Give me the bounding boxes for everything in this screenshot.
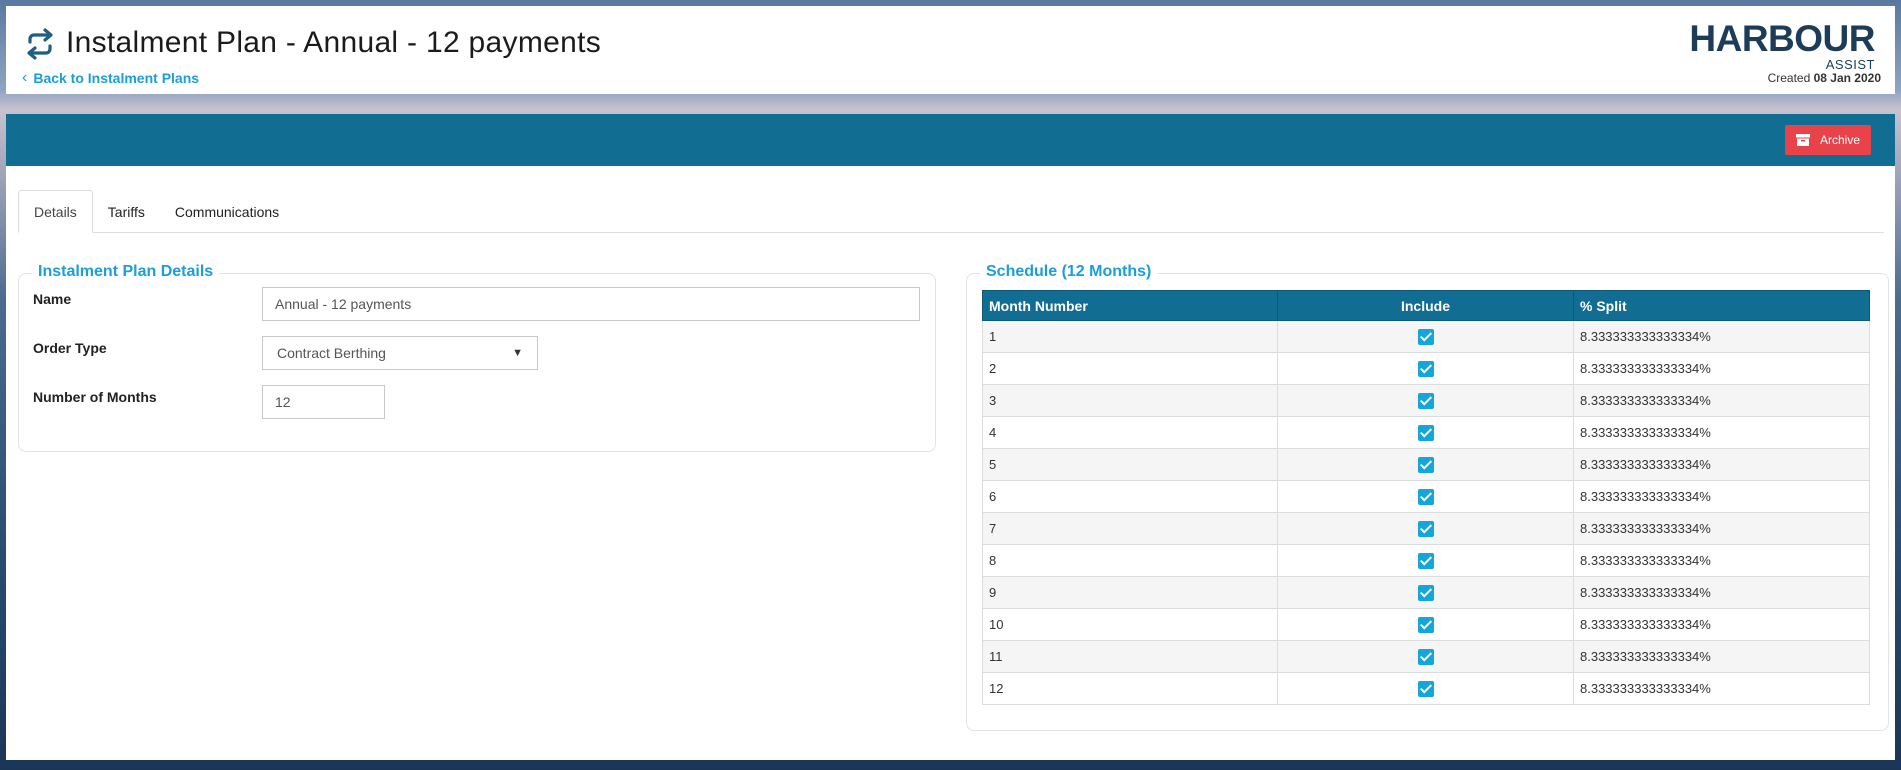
include-cell	[1277, 576, 1574, 609]
include-checkbox[interactable]	[1417, 328, 1434, 345]
tab-communications[interactable]: Communications	[160, 190, 294, 233]
include-cell	[1277, 544, 1574, 577]
page-header: Instalment Plan - Annual - 12 payments ‹…	[6, 6, 1895, 94]
column-header-month-number: Month Number	[982, 290, 1278, 321]
table-row: 4 8.333333333333334%	[982, 416, 1870, 449]
include-cell	[1277, 672, 1574, 705]
table-row: 7 8.333333333333334%	[982, 512, 1870, 545]
include-checkbox[interactable]	[1417, 520, 1434, 537]
chevron-left-icon: ‹	[22, 69, 28, 86]
repeat-icon	[27, 28, 53, 60]
table-row: 2 8.333333333333334%	[982, 352, 1870, 385]
order-type-select[interactable]: Contract Berthing ▼	[262, 336, 538, 370]
number-of-months-label: Number of Months	[33, 389, 157, 405]
schedule-legend: Schedule (12 Months)	[980, 263, 1158, 281]
details-legend: Instalment Plan Details	[32, 263, 220, 281]
table-row: 11 8.333333333333334%	[982, 640, 1870, 673]
main-content: Details Tariffs Communications Instalmen…	[6, 166, 1895, 760]
split-cell: 8.333333333333334%	[1573, 416, 1870, 449]
month-number-cell: 12	[982, 672, 1278, 705]
schedule-panel: Schedule (12 Months) Month Number Includ…	[966, 263, 1889, 731]
month-number-cell: 8	[982, 544, 1278, 577]
chevron-down-icon: ▼	[512, 347, 523, 359]
number-of-months-input[interactable]	[262, 385, 385, 419]
split-cell: 8.333333333333334%	[1573, 320, 1870, 353]
include-cell	[1277, 352, 1574, 385]
table-row: 6 8.333333333333334%	[982, 480, 1870, 513]
split-cell: 8.333333333333334%	[1573, 640, 1870, 673]
schedule-table: Month Number Include % Split 1 8.3333333…	[982, 290, 1870, 705]
name-label: Name	[33, 291, 72, 307]
created-label: Created	[1767, 71, 1811, 85]
archive-icon	[1795, 134, 1810, 146]
include-cell	[1277, 640, 1574, 673]
order-type-value: Contract Berthing	[277, 345, 386, 361]
harbour-assist-logo: HARBOUR ASSIST	[1689, 18, 1875, 72]
logo-main-text: HARBOUR	[1689, 18, 1875, 59]
include-cell	[1277, 416, 1574, 449]
include-checkbox[interactable]	[1417, 456, 1434, 473]
include-checkbox[interactable]	[1417, 552, 1434, 569]
include-checkbox[interactable]	[1417, 392, 1434, 409]
tab-bar: Details Tariffs Communications	[18, 190, 1884, 233]
split-cell: 8.333333333333334%	[1573, 608, 1870, 641]
include-checkbox[interactable]	[1417, 424, 1434, 441]
include-checkbox[interactable]	[1417, 616, 1434, 633]
split-cell: 8.333333333333334%	[1573, 576, 1870, 609]
split-cell: 8.333333333333334%	[1573, 384, 1870, 417]
month-number-cell: 3	[982, 384, 1278, 417]
month-number-cell: 4	[982, 416, 1278, 449]
month-number-cell: 11	[982, 640, 1278, 673]
month-number-cell: 10	[982, 608, 1278, 641]
include-checkbox[interactable]	[1417, 680, 1434, 697]
page-title: Instalment Plan - Annual - 12 payments	[66, 26, 602, 59]
action-toolbar: Archive	[6, 114, 1895, 166]
include-checkbox[interactable]	[1417, 360, 1434, 377]
table-row: 3 8.333333333333334%	[982, 384, 1870, 417]
include-checkbox[interactable]	[1417, 648, 1434, 665]
include-cell	[1277, 608, 1574, 641]
month-number-cell: 2	[982, 352, 1278, 385]
column-header-split: % Split	[1573, 290, 1870, 321]
month-number-cell: 1	[982, 320, 1278, 353]
month-number-cell: 7	[982, 512, 1278, 545]
table-row: 1 8.333333333333334%	[982, 320, 1870, 353]
include-cell	[1277, 480, 1574, 513]
tab-tariffs[interactable]: Tariffs	[93, 190, 160, 233]
table-row: 10 8.333333333333334%	[982, 608, 1870, 641]
split-cell: 8.333333333333334%	[1573, 352, 1870, 385]
created-info: Created 08 Jan 2020	[1768, 71, 1881, 85]
month-number-cell: 5	[982, 448, 1278, 481]
logo-sub-text: ASSIST	[1825, 57, 1875, 72]
tab-details[interactable]: Details	[18, 190, 93, 233]
archive-button[interactable]: Archive	[1785, 125, 1871, 155]
split-cell: 8.333333333333334%	[1573, 512, 1870, 545]
table-row: 12 8.333333333333334%	[982, 672, 1870, 705]
order-type-label: Order Type	[33, 340, 107, 356]
month-number-cell: 9	[982, 576, 1278, 609]
column-header-include: Include	[1277, 290, 1574, 321]
include-checkbox[interactable]	[1417, 584, 1434, 601]
include-cell	[1277, 320, 1574, 353]
month-number-cell: 6	[982, 480, 1278, 513]
table-row: 8 8.333333333333334%	[982, 544, 1870, 577]
table-row: 5 8.333333333333334%	[982, 448, 1870, 481]
split-cell: 8.333333333333334%	[1573, 448, 1870, 481]
archive-button-label: Archive	[1819, 133, 1860, 147]
table-row: 9 8.333333333333334%	[982, 576, 1870, 609]
back-link-label: Back to Instalment Plans	[33, 70, 200, 86]
include-cell	[1277, 448, 1574, 481]
include-cell	[1277, 512, 1574, 545]
include-cell	[1277, 384, 1574, 417]
schedule-header-row: Month Number Include % Split	[982, 290, 1870, 321]
created-date: 08 Jan 2020	[1813, 71, 1881, 85]
include-checkbox[interactable]	[1417, 488, 1434, 505]
split-cell: 8.333333333333334%	[1573, 544, 1870, 577]
split-cell: 8.333333333333334%	[1573, 480, 1870, 513]
back-to-instalment-plans-link[interactable]: ‹ Back to Instalment Plans	[22, 69, 199, 87]
split-cell: 8.333333333333334%	[1573, 672, 1870, 705]
name-input[interactable]	[262, 287, 920, 321]
instalment-plan-details-panel: Instalment Plan Details Name Order Type …	[18, 263, 936, 452]
